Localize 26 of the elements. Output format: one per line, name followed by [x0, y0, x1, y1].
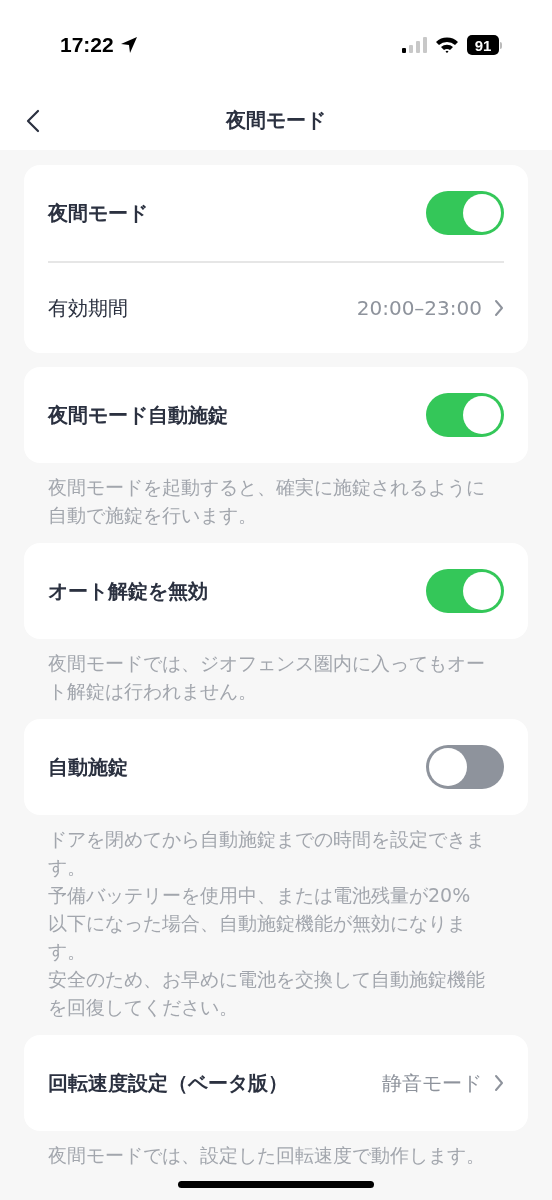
description-text: 夜間モードを起動すると、確実に施錠されるように自動で施錠を行います。: [48, 475, 486, 528]
description-text: 夜間モードでは、ジオフェンス圏内に入ってもオート解錠は行われません。: [48, 651, 486, 704]
description-text: 予備バッテリーを使用中、または電池残量が20%以下になった場合、自動施錠機能が無効になります。: [48, 883, 472, 964]
toggle-switch[interactable]: [426, 393, 504, 437]
setting-label: 回転速度設定（ベータ版）: [48, 1069, 288, 1097]
signal-icon: [401, 36, 427, 54]
setting-label: 夜間モード: [48, 199, 148, 227]
setting-label: 夜間モード自動施錠: [48, 401, 228, 429]
setting-label: 自動施錠: [48, 753, 128, 781]
description-text: ドアを閉めてから自動施錠までの時間を設定できます。: [48, 827, 486, 880]
chevron-right-icon[interactable]: [494, 1074, 504, 1092]
chevron-right-icon[interactable]: [494, 299, 504, 317]
description-text: 夜間モードでは、設定した回転速度で動作します。: [48, 1143, 486, 1168]
setting-label: 有効期間: [48, 294, 128, 322]
setting-label: オート解錠を無効: [48, 577, 208, 605]
battery-icon: 91: [467, 35, 502, 55]
toggle-switch[interactable]: [426, 745, 504, 789]
status-time: 17:22: [60, 33, 114, 57]
toggle-switch[interactable]: [426, 191, 504, 235]
location-arrow-icon: [119, 36, 138, 54]
setting-value: 静音モード: [382, 1069, 482, 1097]
wifi-icon: [435, 36, 459, 54]
page-title: 夜間モード: [226, 106, 326, 134]
setting-value: 20:00–23:00: [356, 296, 482, 320]
description-text: 安全のため、お早めに電池を交換して自動施錠機能を回復してください。: [48, 967, 486, 1020]
toggle-switch[interactable]: [426, 569, 504, 613]
